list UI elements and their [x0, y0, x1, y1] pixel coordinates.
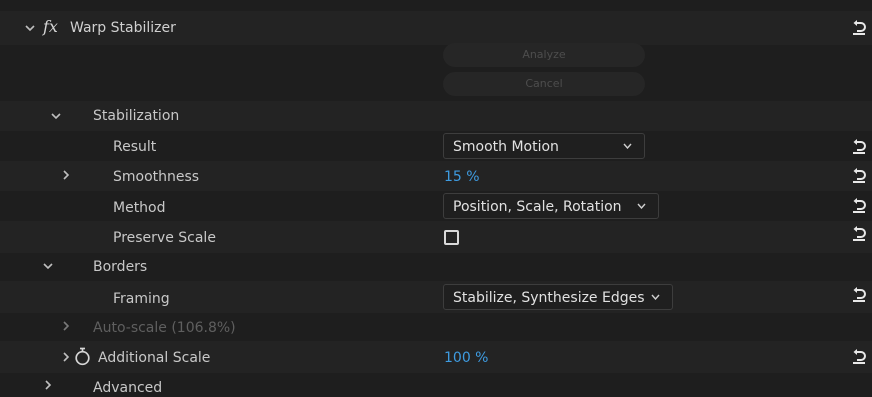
caret-down-icon — [623, 143, 632, 149]
method-dropdown[interactable]: Position, Scale, Rotation — [443, 193, 659, 219]
preserve-scale-row: Preserve Scale — [0, 221, 872, 253]
borders-label: Borders — [93, 259, 148, 275]
stopwatch-icon[interactable] — [74, 347, 91, 366]
chevron-down-icon[interactable] — [24, 22, 36, 34]
chevron-right-icon[interactable] — [60, 169, 72, 181]
borders-group-row[interactable]: Borders — [0, 253, 872, 281]
effect-controls-panel: fx Warp Stabilizer Analyze Cancel Stabil… — [0, 0, 872, 397]
reset-icon[interactable] — [852, 138, 866, 154]
framing-value: Stabilize, Synthesize Edges — [453, 290, 645, 306]
framing-row: Framing Stabilize, Synthesize Edges — [0, 281, 872, 313]
chevron-right-icon[interactable] — [42, 379, 54, 391]
analyze-button[interactable]: Analyze — [443, 43, 645, 67]
reset-icon[interactable] — [852, 348, 866, 364]
chevron-right-icon[interactable] — [60, 351, 72, 363]
analyze-buttons-row: Analyze Cancel — [0, 43, 872, 101]
additional-scale-value[interactable]: 100 % — [444, 349, 488, 367]
auto-scale-row: Auto-scale (106.8%) — [0, 313, 872, 341]
reset-icon[interactable] — [852, 197, 866, 213]
chevron-down-icon[interactable] — [42, 260, 54, 272]
preserve-scale-checkbox[interactable] — [444, 230, 459, 245]
reset-icon[interactable] — [852, 167, 866, 183]
cancel-button[interactable]: Cancel — [443, 72, 645, 96]
reset-icon[interactable] — [852, 286, 866, 302]
caret-down-icon — [651, 294, 660, 300]
advanced-label: Advanced — [93, 380, 163, 396]
method-value: Position, Scale, Rotation — [453, 199, 622, 215]
effect-header-row[interactable]: fx Warp Stabilizer — [0, 11, 872, 45]
chevron-down-icon[interactable] — [50, 110, 62, 122]
result-value: Smooth Motion — [453, 139, 559, 155]
smoothness-value[interactable]: 15 % — [444, 168, 480, 186]
method-label: Method — [113, 200, 166, 216]
reset-icon[interactable] — [852, 19, 866, 35]
smoothness-row: Smoothness 15 % — [0, 161, 872, 191]
additional-scale-row: Additional Scale 100 % — [0, 341, 872, 373]
auto-scale-label: Auto-scale (106.8%) — [93, 320, 236, 336]
smoothness-label: Smoothness — [113, 169, 200, 185]
preserve-scale-label: Preserve Scale — [113, 230, 216, 246]
advanced-group-row[interactable]: Advanced — [0, 373, 872, 397]
fx-icon: fx — [43, 17, 58, 36]
reset-icon[interactable] — [852, 225, 866, 241]
stabilization-label: Stabilization — [93, 108, 180, 124]
stabilization-group-row[interactable]: Stabilization — [0, 101, 872, 131]
caret-down-icon — [637, 203, 646, 209]
effect-name: Warp Stabilizer — [70, 20, 176, 36]
method-row: Method Position, Scale, Rotation — [0, 191, 872, 221]
chevron-right-icon[interactable] — [60, 320, 72, 332]
result-dropdown[interactable]: Smooth Motion — [443, 133, 645, 159]
result-label: Result — [113, 139, 157, 155]
additional-scale-label: Additional Scale — [98, 350, 211, 366]
framing-dropdown[interactable]: Stabilize, Synthesize Edges — [443, 284, 673, 310]
framing-label: Framing — [113, 291, 170, 307]
result-row: Result Smooth Motion — [0, 131, 872, 161]
